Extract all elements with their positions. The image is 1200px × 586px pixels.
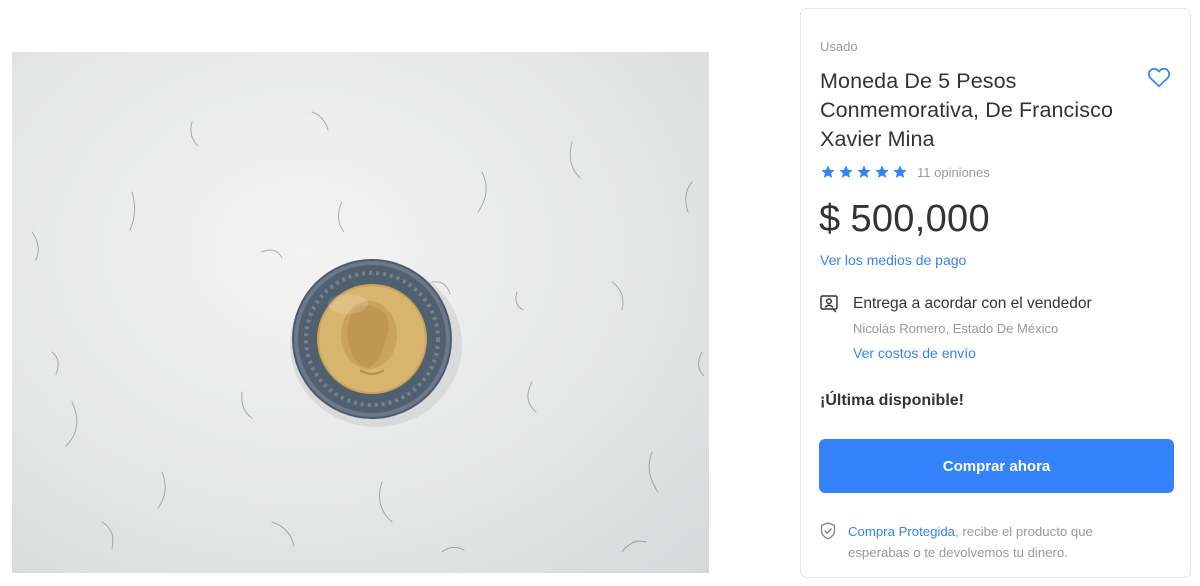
star-icon (839, 165, 853, 178)
star-rating (820, 164, 908, 180)
star-icon (821, 165, 835, 178)
star-icon (893, 165, 907, 178)
star-icon (857, 165, 871, 178)
purchase-panel: Usado Moneda De 5 Pesos Conmemorativa, D… (800, 8, 1191, 578)
delivery-title: Entrega a acordar con el vendedor (853, 295, 1092, 312)
person-card-icon (820, 295, 838, 313)
rating[interactable]: 11 opiniones (820, 163, 990, 181)
coin-photo (31, 111, 705, 553)
price: $ 500,000 (819, 198, 990, 241)
protected-purchase-link[interactable]: Compra Protegida (848, 524, 955, 539)
price-amount: 500,000 (850, 198, 990, 240)
product-title: Moneda De 5 Pesos Conmemorativa, De Fran… (820, 69, 1114, 151)
currency-symbol: $ (819, 198, 841, 240)
payment-methods-link[interactable]: Ver los medios de pago (820, 252, 966, 268)
shield-check-icon (820, 522, 836, 540)
product-image[interactable] (12, 52, 709, 573)
stock-status: ¡Última disponible! (820, 392, 964, 409)
favorite-button[interactable] (1147, 66, 1171, 88)
purchase-protection: Compra Protegida, recibe el producto que… (848, 521, 1158, 563)
heart-outline-icon (1147, 67, 1171, 88)
review-count[interactable]: 11 opiniones (917, 165, 990, 180)
seller-location: Nicolás Romero, Estado De México (853, 321, 1059, 336)
condition-label: Usado (820, 39, 858, 54)
shipping-costs-link[interactable]: Ver costos de envío (853, 345, 976, 361)
star-icon (875, 165, 889, 178)
buy-now-button[interactable]: Comprar ahora (819, 439, 1174, 493)
